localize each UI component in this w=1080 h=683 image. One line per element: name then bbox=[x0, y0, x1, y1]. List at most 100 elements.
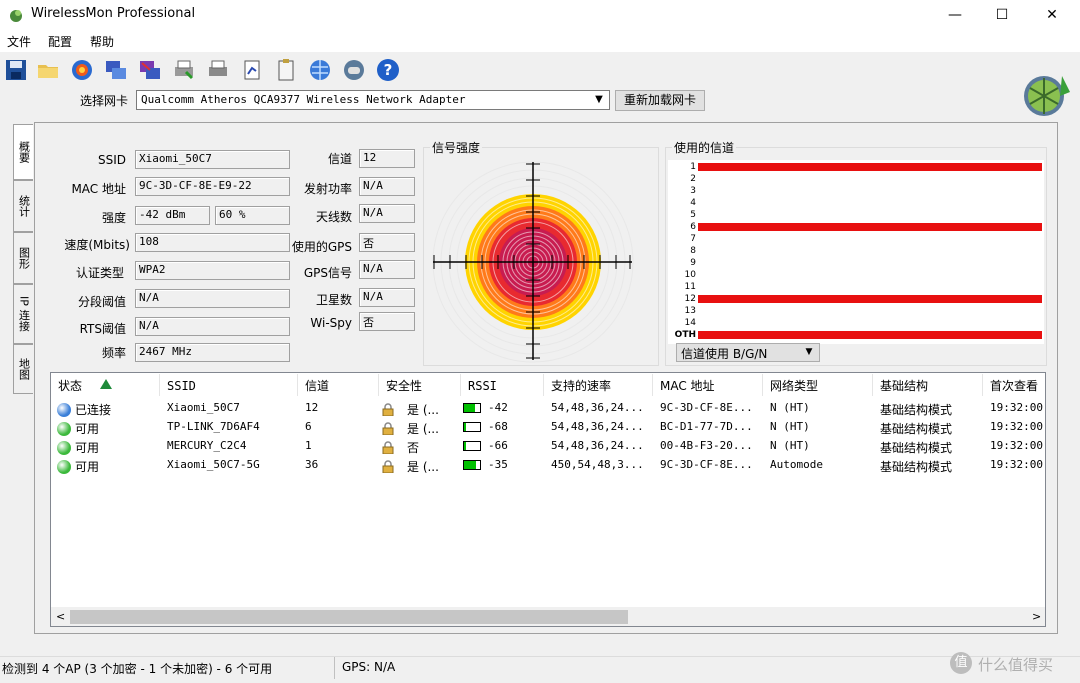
channel-tick-label: 10 bbox=[684, 270, 696, 280]
network-type-cell: Automode bbox=[770, 458, 823, 471]
monitor-alt-icon[interactable] bbox=[138, 58, 162, 82]
status-text: 可用 bbox=[75, 441, 100, 455]
column-divider[interactable] bbox=[652, 374, 653, 396]
channel-usage-bar bbox=[698, 295, 1042, 303]
col-rates[interactable]: 支持的速率 bbox=[551, 377, 611, 394]
column-divider[interactable] bbox=[762, 374, 763, 396]
svg-text:?: ? bbox=[384, 61, 393, 79]
status-text: 可用 bbox=[75, 460, 100, 474]
channel-tick-label: 9 bbox=[690, 258, 696, 268]
minimize-button[interactable]: — bbox=[932, 0, 978, 30]
first-seen-cell: 19:32:00 bbox=[990, 401, 1043, 414]
col-security[interactable]: 安全性 bbox=[386, 377, 422, 394]
col-rssi[interactable]: RSSI bbox=[468, 379, 497, 393]
channel-cell: 12 bbox=[305, 401, 319, 414]
reload-adapter-button[interactable]: 重新加载网卡 bbox=[615, 90, 705, 111]
status-dot-icon bbox=[57, 422, 71, 436]
tab-graph[interactable]: 图形 bbox=[13, 232, 33, 284]
channel-usage-bar bbox=[698, 331, 1042, 339]
first-seen-cell: 19:32:00 bbox=[990, 420, 1043, 433]
mac-cell: 9C-3D-CF-8E... bbox=[660, 401, 753, 414]
menu-file[interactable]: 文件 bbox=[7, 33, 31, 50]
maximize-button[interactable]: ☐ bbox=[979, 0, 1025, 30]
rts-label: RTS阈值 bbox=[79, 322, 126, 336]
lock-icon bbox=[382, 422, 394, 435]
channel-field: 12 bbox=[359, 149, 415, 168]
antenna-label: 天线数 bbox=[315, 210, 352, 224]
frequency-field: 2467 MHz bbox=[135, 343, 290, 362]
tab-ip-connection[interactable]: IP 连接 bbox=[13, 284, 33, 344]
col-network-type[interactable]: 网络类型 bbox=[770, 377, 818, 394]
column-divider[interactable] bbox=[378, 374, 379, 396]
menu-config[interactable]: 配置 bbox=[48, 33, 72, 50]
tab-statistics[interactable]: 统计 bbox=[13, 180, 33, 232]
report-icon[interactable] bbox=[240, 58, 264, 82]
adapter-select[interactable]: Qualcomm Atheros QCA9377 Wireless Networ… bbox=[136, 90, 610, 110]
app-icon bbox=[10, 10, 22, 22]
watermark-logo-icon: 值 bbox=[950, 652, 972, 674]
col-status[interactable]: 状态 bbox=[58, 377, 82, 394]
satellites-field: N/A bbox=[359, 288, 415, 307]
scroll-left-icon[interactable]: < bbox=[56, 610, 65, 623]
tab-summary[interactable]: 概要 bbox=[13, 124, 33, 180]
column-divider[interactable] bbox=[543, 374, 544, 396]
print-icon[interactable] bbox=[172, 58, 196, 82]
column-divider[interactable] bbox=[982, 374, 983, 396]
status-text: 已连接 bbox=[75, 403, 112, 417]
channel-usage-select[interactable]: 信道使用 B/G/N bbox=[676, 343, 820, 362]
close-button[interactable]: ✕ bbox=[1029, 0, 1075, 30]
antenna-field: N/A bbox=[359, 204, 415, 223]
col-ssid[interactable]: SSID bbox=[167, 379, 196, 393]
chevron-down-icon[interactable]: ▼ bbox=[802, 345, 816, 359]
channel-label: 信道 bbox=[327, 152, 352, 166]
sort-ascending-icon[interactable] bbox=[100, 379, 112, 389]
scrollbar-thumb[interactable] bbox=[70, 610, 628, 624]
globe-icon[interactable] bbox=[308, 58, 332, 82]
channel-tick-label: 11 bbox=[684, 282, 696, 292]
network-type-cell: N (HT) bbox=[770, 420, 810, 433]
column-divider[interactable] bbox=[297, 374, 298, 396]
scroll-right-icon[interactable]: > bbox=[1032, 610, 1041, 623]
col-mac[interactable]: MAC 地址 bbox=[660, 377, 715, 394]
column-divider[interactable] bbox=[460, 374, 461, 396]
gps-signal-field: N/A bbox=[359, 260, 415, 279]
ssid-cell: MERCURY_C2C4 bbox=[167, 439, 247, 452]
menu-help[interactable]: 帮助 bbox=[90, 33, 114, 50]
rssi-bar bbox=[463, 460, 481, 470]
wirelessmon-logo-icon bbox=[1024, 76, 1070, 116]
mac-field: 9C-3D-CF-8E-E9-22 bbox=[135, 177, 290, 196]
channel-tick-label: 4 bbox=[690, 198, 696, 208]
mac-label: MAC 地址 bbox=[71, 182, 126, 196]
mac-cell: 9C-3D-CF-8E... bbox=[660, 458, 753, 471]
monitor-icon[interactable] bbox=[104, 58, 128, 82]
channel-usage-bar bbox=[698, 163, 1042, 171]
col-channel[interactable]: 信道 bbox=[305, 377, 329, 394]
channel-tick-label: 6 bbox=[690, 222, 696, 232]
column-divider[interactable] bbox=[872, 374, 873, 396]
network-type-cell: N (HT) bbox=[770, 401, 810, 414]
channel-tick-label: 8 bbox=[690, 246, 696, 256]
clipboard-icon[interactable] bbox=[274, 58, 298, 82]
channel-tick-label: 1 bbox=[690, 162, 696, 172]
save-icon[interactable] bbox=[4, 58, 28, 82]
security-cell: 是 (... bbox=[407, 403, 439, 417]
record-icon[interactable] bbox=[70, 58, 94, 82]
channel-tick-label: 12 bbox=[684, 294, 696, 304]
support-icon[interactable] bbox=[342, 58, 366, 82]
network-type-cell: N (HT) bbox=[770, 439, 810, 452]
status-dot-icon bbox=[57, 460, 71, 474]
column-divider[interactable] bbox=[159, 374, 160, 396]
col-infrastructure[interactable]: 基础结构 bbox=[880, 377, 928, 394]
tab-map[interactable]: 地图 bbox=[13, 344, 33, 394]
open-folder-icon[interactable] bbox=[36, 58, 60, 82]
help-icon[interactable]: ? bbox=[376, 58, 400, 82]
col-first-seen[interactable]: 首次查看 bbox=[990, 377, 1038, 394]
channel-tick-label: 2 bbox=[690, 174, 696, 184]
chevron-down-icon[interactable]: ▼ bbox=[590, 91, 608, 109]
rssi-bar bbox=[463, 441, 481, 451]
strength-label: 强度 bbox=[101, 211, 126, 225]
lock-icon bbox=[382, 441, 394, 454]
strength-percent-field: 60 % bbox=[215, 206, 290, 225]
print-preview-icon[interactable] bbox=[206, 58, 230, 82]
lock-icon bbox=[382, 403, 394, 416]
